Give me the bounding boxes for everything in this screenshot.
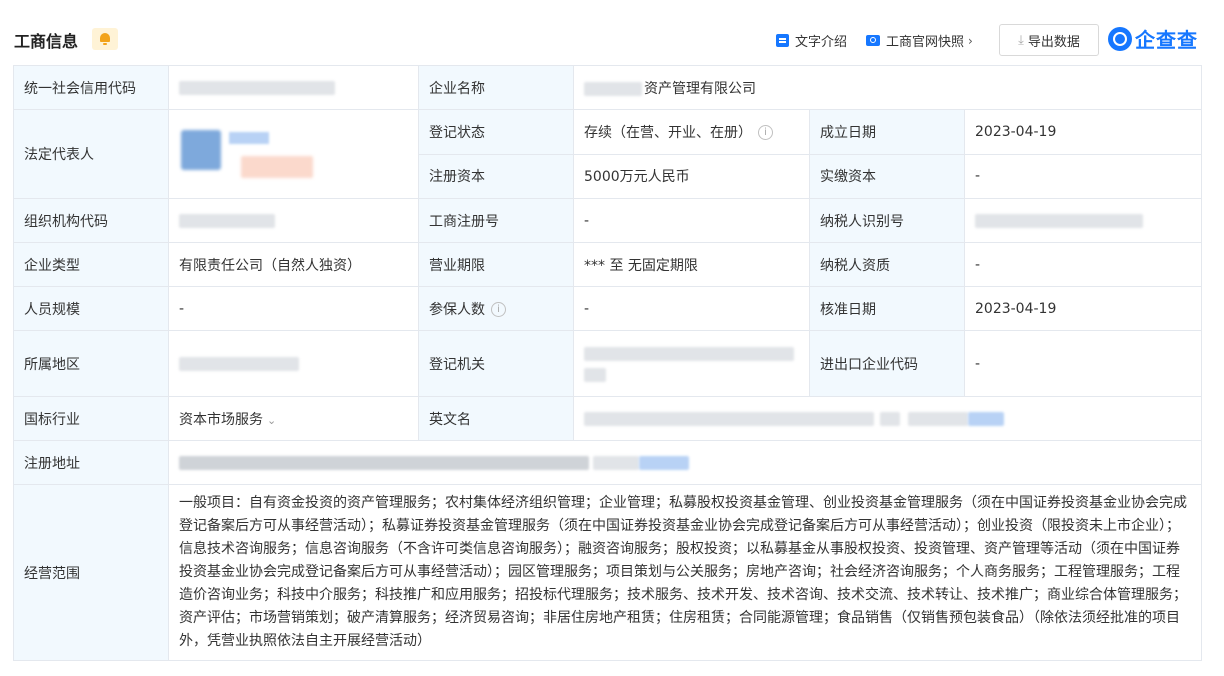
official-snapshot-link[interactable]: 工商官网快照 › xyxy=(866,31,973,50)
company-type-value: 有限责任公司（自然人独资） xyxy=(168,242,419,287)
export-data-button[interactable]: ⤓ 导出数据 xyxy=(999,24,1099,56)
reg-capital-label: 注册资本 xyxy=(418,153,574,199)
found-date-value: 2023-04-19 xyxy=(963,109,1203,155)
biz-reg-no-value: - xyxy=(573,198,810,243)
credit-code-label: 统一社会信用代码 xyxy=(13,65,169,110)
staff-size-label: 人员规模 xyxy=(13,286,169,331)
scope-label: 经营范围 xyxy=(13,484,169,661)
info-icon[interactable]: i xyxy=(491,302,506,317)
found-date-label: 成立日期 xyxy=(809,109,965,155)
reg-status-value: 存续（在营、开业、在册） xyxy=(584,124,752,141)
legal-rep-name[interactable] xyxy=(229,132,269,144)
section-header: 工商信息 文字介绍 工商官网快照 › ⤓ 导出数据 企查查 xyxy=(0,0,1224,64)
legal-rep-tag xyxy=(241,156,313,178)
biz-term-label: 营业期限 xyxy=(418,242,574,287)
table-row: 人员规模 - 参保人数 i - 核准日期 2023-04-19 xyxy=(13,286,1203,331)
qichacha-logo-icon xyxy=(1108,26,1132,51)
company-name-suffix: 资产管理有限公司 xyxy=(644,80,756,97)
table-row: 组织机构代码 工商注册号 - 纳税人识别号 xyxy=(13,198,1203,243)
org-code-value[interactable] xyxy=(168,198,419,243)
insured-value: - xyxy=(573,286,810,331)
export-data-label: 导出数据 xyxy=(1027,34,1080,50)
table-row: 统一社会信用代码 企业名称 资产管理有限公司 xyxy=(13,65,1203,110)
chevron-right-icon: › xyxy=(968,33,973,48)
brand-name: 企查查 xyxy=(1135,28,1198,52)
reg-status-label: 登记状态 xyxy=(418,109,574,155)
biz-reg-no-label: 工商注册号 xyxy=(418,198,574,243)
business-info-table: 统一社会信用代码 企业名称 资产管理有限公司 法定代表人 登记状态 存续（在营、… xyxy=(13,65,1203,661)
region-label: 所属地区 xyxy=(13,330,169,397)
insured-label-cell: 参保人数 i xyxy=(418,286,574,331)
brand-logo[interactable]: 企查查 xyxy=(1108,24,1198,53)
bell-icon[interactable] xyxy=(92,28,118,50)
reg-address-label: 注册地址 xyxy=(13,440,169,485)
industry-value: 资本市场服务 xyxy=(179,411,263,428)
reg-authority-label: 登记机关 xyxy=(418,330,574,397)
credit-code-value[interactable] xyxy=(168,65,419,110)
avatar xyxy=(181,130,221,170)
table-row: 法定代表人 登记状态 存续（在营、开业、在册） i 成立日期 2023-04-19 xyxy=(13,109,1203,199)
table-row: 国标行业 资本市场服务 ⌄ 英文名 xyxy=(13,396,1203,441)
download-icon: ⤓ xyxy=(1018,32,1024,48)
document-icon xyxy=(776,34,789,47)
company-type-label: 企业类型 xyxy=(13,242,169,287)
paid-capital-value: - xyxy=(963,153,1203,199)
english-name-value[interactable] xyxy=(572,396,1203,441)
reg-capital-value: 5000万元人民币 xyxy=(573,153,810,199)
ie-code-label: 进出口企业代码 xyxy=(809,330,965,397)
staff-size-value: - xyxy=(168,286,419,331)
industry-label: 国标行业 xyxy=(13,396,169,441)
paid-capital-label: 实缴资本 xyxy=(809,153,965,199)
company-name-label: 企业名称 xyxy=(418,65,574,110)
table-row: 企业类型 有限责任公司（自然人独资） 营业期限 *** 至 无固定期限 纳税人资… xyxy=(13,242,1203,287)
taxpayer-qual-label: 纳税人资质 xyxy=(809,242,965,287)
table-row: 经营范围 一般项目：自有资金投资的资产管理服务；农村集体经济组织管理；企业管理；… xyxy=(13,484,1203,661)
taxpayer-qual-value: - xyxy=(963,242,1203,287)
reg-authority-value[interactable] xyxy=(573,330,810,397)
official-snapshot-label: 工商官网快照 xyxy=(886,35,965,50)
scope-value: 一般项目：自有资金投资的资产管理服务；农村集体经济组织管理；企业管理；私募股权投… xyxy=(167,484,1203,661)
industry-dropdown[interactable]: 资本市场服务 ⌄ xyxy=(168,396,419,441)
region-value[interactable] xyxy=(168,330,419,397)
reg-address-value[interactable] xyxy=(167,440,1203,485)
org-code-label: 组织机构代码 xyxy=(13,198,169,243)
biz-term-value: *** 至 无固定期限 xyxy=(573,242,810,287)
legal-rep-label: 法定代表人 xyxy=(13,109,169,199)
company-name-value[interactable]: 资产管理有限公司 xyxy=(572,65,1203,110)
text-intro-link[interactable]: 文字介绍 xyxy=(776,31,847,50)
section-title: 工商信息 xyxy=(14,32,79,51)
insured-label: 参保人数 xyxy=(429,301,485,318)
legal-rep-cell[interactable] xyxy=(168,109,419,199)
approve-date-label: 核准日期 xyxy=(809,286,965,331)
camera-icon xyxy=(866,35,880,46)
english-name-label: 英文名 xyxy=(418,396,574,441)
text-intro-label: 文字介绍 xyxy=(795,35,848,50)
approve-date-value: 2023-04-19 xyxy=(963,286,1203,331)
reg-status-cell: 存续（在营、开业、在册） i xyxy=(573,109,810,155)
tax-id-label: 纳税人识别号 xyxy=(809,198,965,243)
table-row: 所属地区 登记机关 进出口企业代码 - xyxy=(13,330,1203,397)
ie-code-value: - xyxy=(963,330,1203,397)
chevron-down-icon: ⌄ xyxy=(267,413,277,427)
table-row: 注册地址 xyxy=(13,440,1203,485)
tax-id-value[interactable] xyxy=(963,198,1203,243)
info-icon[interactable]: i xyxy=(758,125,773,141)
